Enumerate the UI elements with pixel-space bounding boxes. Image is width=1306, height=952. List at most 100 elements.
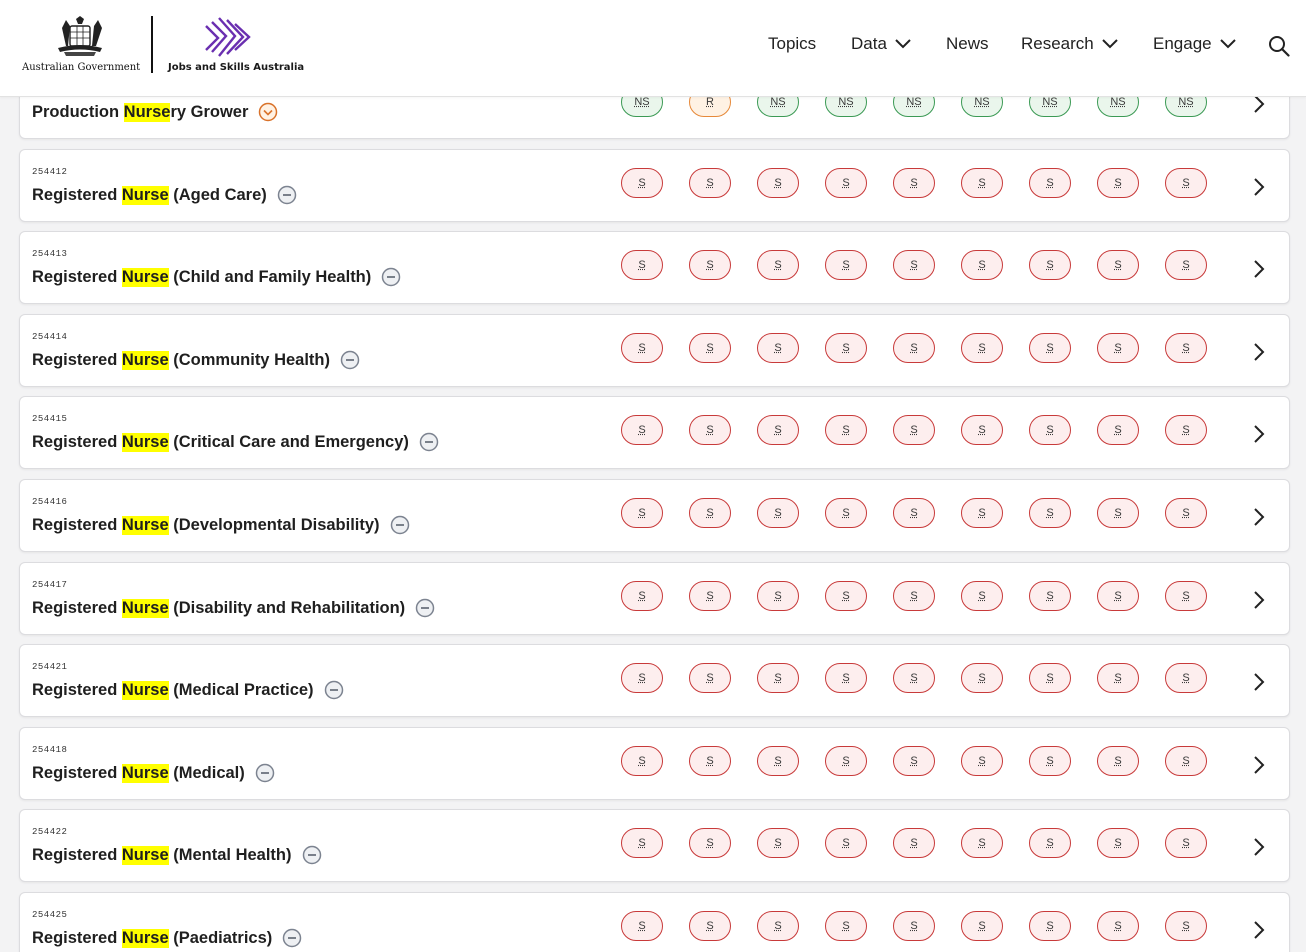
rating-badge[interactable]: S <box>961 333 1003 363</box>
chevron-right-icon[interactable] <box>1250 341 1268 363</box>
rating-badge[interactable]: S <box>1029 663 1071 693</box>
rating-badge[interactable]: S <box>825 828 867 858</box>
rating-badge[interactable]: S <box>1165 333 1207 363</box>
rating-badge[interactable]: S <box>825 911 867 941</box>
minus-circle-icon[interactable] <box>340 350 360 370</box>
rating-badge[interactable]: S <box>621 828 663 858</box>
occupation-row[interactable]: 254415 Registered Nurse (Critical Care an… <box>19 396 1290 469</box>
chevron-right-icon[interactable] <box>1250 754 1268 776</box>
rating-badge[interactable]: S <box>825 250 867 280</box>
rating-badge[interactable]: S <box>689 333 731 363</box>
rating-badge[interactable]: S <box>893 168 935 198</box>
rating-badge[interactable]: S <box>1097 663 1139 693</box>
rating-badge[interactable]: S <box>893 663 935 693</box>
chevron-right-icon[interactable] <box>1250 671 1268 693</box>
chevron-right-icon[interactable] <box>1250 836 1268 858</box>
rating-badge[interactable]: S <box>893 498 935 528</box>
rating-badge[interactable]: S <box>825 415 867 445</box>
rating-badge[interactable]: S <box>1097 746 1139 776</box>
occupation-row[interactable]: 254413 Registered Nurse (Child and Family… <box>19 231 1290 304</box>
occupation-row[interactable]: 254417 Registered Nurse (Disability and R… <box>19 562 1290 635</box>
nav-engage[interactable]: Engage <box>1153 34 1238 54</box>
rating-badge[interactable]: S <box>961 415 1003 445</box>
minus-circle-icon[interactable] <box>302 845 322 865</box>
rating-badge[interactable]: S <box>689 828 731 858</box>
chevron-right-icon[interactable] <box>1250 506 1268 528</box>
rating-badge[interactable]: S <box>961 498 1003 528</box>
nav-news[interactable]: News <box>946 34 989 54</box>
rating-badge[interactable]: S <box>689 498 731 528</box>
rating-badge[interactable]: S <box>893 746 935 776</box>
rating-badge[interactable]: S <box>757 250 799 280</box>
rating-badge[interactable]: S <box>1165 168 1207 198</box>
nav-topics[interactable]: Topics <box>768 34 816 54</box>
rating-badge[interactable]: S <box>1029 333 1071 363</box>
jsa-logo[interactable]: Jobs and Skills Australia <box>166 16 304 76</box>
rating-badge[interactable]: S <box>689 168 731 198</box>
rating-badge[interactable]: S <box>1165 498 1207 528</box>
rating-badge[interactable]: S <box>961 250 1003 280</box>
rating-badge[interactable]: S <box>825 746 867 776</box>
australian-government-logo[interactable]: Australian Government <box>22 16 140 76</box>
rating-badge[interactable]: S <box>1029 581 1071 611</box>
occupation-row[interactable]: 254416 Registered Nurse (Developmental Di… <box>19 479 1290 552</box>
rating-badge[interactable]: S <box>1165 828 1207 858</box>
rating-badge[interactable]: S <box>621 746 663 776</box>
occupation-title[interactable]: Registered Nurse (Medical) <box>32 763 275 783</box>
rating-badge[interactable]: S <box>757 911 799 941</box>
rating-badge[interactable]: S <box>621 168 663 198</box>
rating-badge[interactable]: S <box>621 663 663 693</box>
rating-badge[interactable]: S <box>689 911 731 941</box>
rating-badge[interactable]: S <box>825 663 867 693</box>
occupation-title[interactable]: Registered Nurse (Mental Health) <box>32 845 322 865</box>
occupation-row[interactable]: 254421 Registered Nurse (Medical Practice… <box>19 644 1290 717</box>
rating-badge[interactable]: S <box>1165 746 1207 776</box>
rating-badge[interactable]: S <box>689 415 731 445</box>
rating-badge[interactable]: S <box>1029 250 1071 280</box>
rating-badge[interactable]: S <box>961 911 1003 941</box>
nav-data[interactable]: Data <box>851 34 913 54</box>
rating-badge[interactable]: S <box>1097 168 1139 198</box>
occupation-row[interactable]: 254422 Registered Nurse (Mental Health) S S… <box>19 809 1290 882</box>
minus-circle-icon[interactable] <box>390 515 410 535</box>
occupation-title[interactable]: Registered Nurse (Disability and Rehabil… <box>32 598 435 618</box>
rating-badge[interactable]: S <box>689 250 731 280</box>
rating-badge[interactable]: S <box>689 746 731 776</box>
rating-badge[interactable]: S <box>1097 415 1139 445</box>
rating-badge[interactable]: S <box>757 828 799 858</box>
rating-badge[interactable]: S <box>757 663 799 693</box>
search-icon[interactable] <box>1268 35 1290 57</box>
chevron-circle-down-icon[interactable] <box>258 102 278 122</box>
rating-badge[interactable]: S <box>1097 911 1139 941</box>
rating-badge[interactable]: S <box>893 581 935 611</box>
rating-badge[interactable]: S <box>621 581 663 611</box>
minus-circle-icon[interactable] <box>277 185 297 205</box>
rating-badge[interactable]: S <box>757 498 799 528</box>
occupation-title[interactable]: Production Nurse ry Grower <box>32 102 278 122</box>
chevron-right-icon[interactable] <box>1250 919 1268 941</box>
rating-badge[interactable]: S <box>893 333 935 363</box>
rating-badge[interactable]: S <box>621 333 663 363</box>
rating-badge[interactable]: S <box>1097 498 1139 528</box>
rating-badge[interactable]: S <box>621 911 663 941</box>
rating-badge[interactable]: S <box>621 250 663 280</box>
occupation-title[interactable]: Registered Nurse (Community Health) <box>32 350 360 370</box>
rating-badge[interactable]: S <box>1029 828 1071 858</box>
minus-circle-icon[interactable] <box>415 598 435 618</box>
rating-badge[interactable]: S <box>689 581 731 611</box>
rating-badge[interactable]: S <box>893 828 935 858</box>
rating-badge[interactable]: S <box>825 581 867 611</box>
minus-circle-icon[interactable] <box>419 432 439 452</box>
occupation-row[interactable]: 254425 Registered Nurse (Paediatrics) S S S S… <box>19 892 1290 952</box>
occupation-title[interactable]: Registered Nurse (Paediatrics) <box>32 928 302 948</box>
rating-badge[interactable]: S <box>1097 333 1139 363</box>
occupation-title[interactable]: Registered Nurse (Medical Practice) <box>32 680 344 700</box>
occupation-row[interactable]: 254412 Registered Nurse (Aged Care) S S S S S S… <box>19 149 1290 222</box>
rating-badge[interactable]: S <box>1029 415 1071 445</box>
rating-badge[interactable]: S <box>893 415 935 445</box>
occupation-title[interactable]: Registered Nurse (Developmental Disabili… <box>32 515 410 535</box>
rating-badge[interactable]: S <box>1165 415 1207 445</box>
chevron-right-icon[interactable] <box>1250 176 1268 198</box>
rating-badge[interactable]: S <box>1165 911 1207 941</box>
occupation-title[interactable]: Registered Nurse (Child and Family Healt… <box>32 267 401 287</box>
